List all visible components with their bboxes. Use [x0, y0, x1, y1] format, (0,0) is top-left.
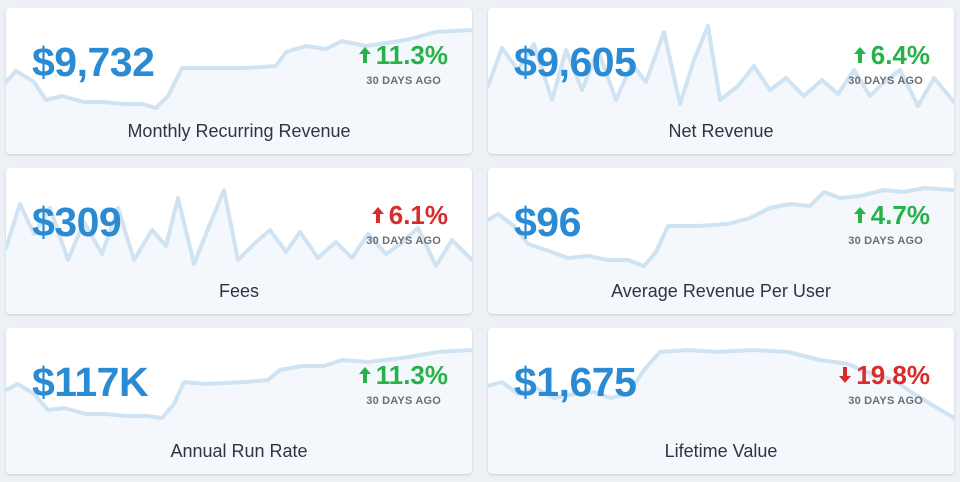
- arrow-up-icon: [358, 367, 371, 383]
- arrow-down-icon: [839, 367, 852, 383]
- metric-change: 19.8%: [838, 362, 930, 388]
- arrow-up-icon: [371, 207, 384, 223]
- metric-change: 4.7%: [853, 202, 930, 228]
- arrow-up-icon: [853, 47, 866, 63]
- metric-card-fees[interactable]: $309 6.1% 30 DAYS AGO Fees: [6, 168, 472, 314]
- metric-change: 11.3%: [358, 42, 448, 68]
- metric-period: 30 DAYS AGO: [848, 235, 923, 247]
- metric-change-value: 19.8%: [856, 360, 930, 390]
- metric-label: Monthly Recurring Revenue: [127, 121, 351, 141]
- metric-label: Fees: [218, 281, 260, 301]
- metric-value: $9,732: [32, 39, 155, 85]
- metric-label: Lifetime Value: [664, 441, 778, 461]
- arrow-up-icon: [853, 207, 866, 223]
- metric-change-value: 6.1%: [388, 200, 448, 230]
- metric-change-value: 11.3%: [375, 360, 448, 390]
- metric-change-value: 6.4%: [870, 40, 930, 70]
- metric-period: 30 DAYS AGO: [366, 395, 441, 407]
- metric-card-net-revenue[interactable]: $9,605 6.4% 30 DAYS AGO Net Revenue: [488, 8, 954, 154]
- metric-label: Average Revenue Per User: [611, 281, 831, 301]
- metric-period: 30 DAYS AGO: [366, 235, 441, 247]
- metric-card-mrr[interactable]: $9,732 11.3% 30 DAYS AGO Monthly Recurri…: [6, 8, 472, 154]
- metric-period: 30 DAYS AGO: [848, 75, 923, 87]
- metric-label: Net Revenue: [668, 121, 774, 141]
- metric-value: $9,605: [514, 39, 637, 85]
- metric-period: 30 DAYS AGO: [848, 395, 923, 407]
- metric-card-arr[interactable]: $117K 11.3% 30 DAYS AGO Annual Run Rate: [6, 328, 472, 474]
- metric-value: $1,675: [514, 359, 637, 405]
- metric-card-ltv[interactable]: $1,675 19.8% 30 DAYS AGO Lifetime Value: [488, 328, 954, 474]
- metric-label: Annual Run Rate: [170, 441, 308, 461]
- metric-value: $96: [514, 199, 581, 245]
- metric-value: $117K: [32, 359, 149, 405]
- metric-card-arpu[interactable]: $96 4.7% 30 DAYS AGO Average Revenue Per…: [488, 168, 954, 314]
- metric-period: 30 DAYS AGO: [366, 75, 441, 87]
- metric-change: 11.3%: [358, 362, 448, 388]
- metric-change: 6.1%: [371, 202, 448, 228]
- metric-change-value: 4.7%: [870, 200, 930, 230]
- metric-change-value: 11.3%: [375, 40, 448, 70]
- metric-value: $309: [32, 199, 122, 245]
- arrow-up-icon: [358, 47, 371, 63]
- metric-change: 6.4%: [853, 42, 930, 68]
